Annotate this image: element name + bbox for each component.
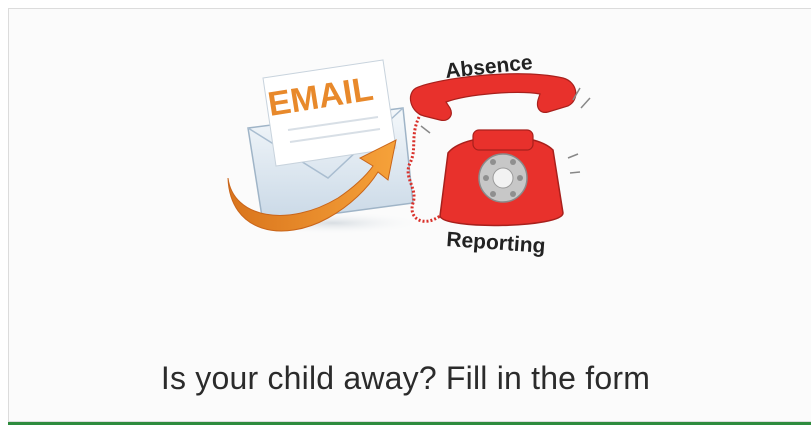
absence-reporting-illustration: EMAIL Absence Reporting xyxy=(227,51,591,258)
fill-in-form-link[interactable]: Is your child away? Fill in the form xyxy=(161,360,650,396)
handset-icon xyxy=(409,73,577,121)
card-accent-bar xyxy=(8,422,811,425)
telephone-icon xyxy=(439,129,564,227)
reporting-label: Reporting xyxy=(446,228,547,258)
card-caption: Is your child away? Fill in the form xyxy=(0,360,811,397)
phone-cord xyxy=(406,109,441,223)
envelope-icon: EMAIL xyxy=(247,59,414,224)
